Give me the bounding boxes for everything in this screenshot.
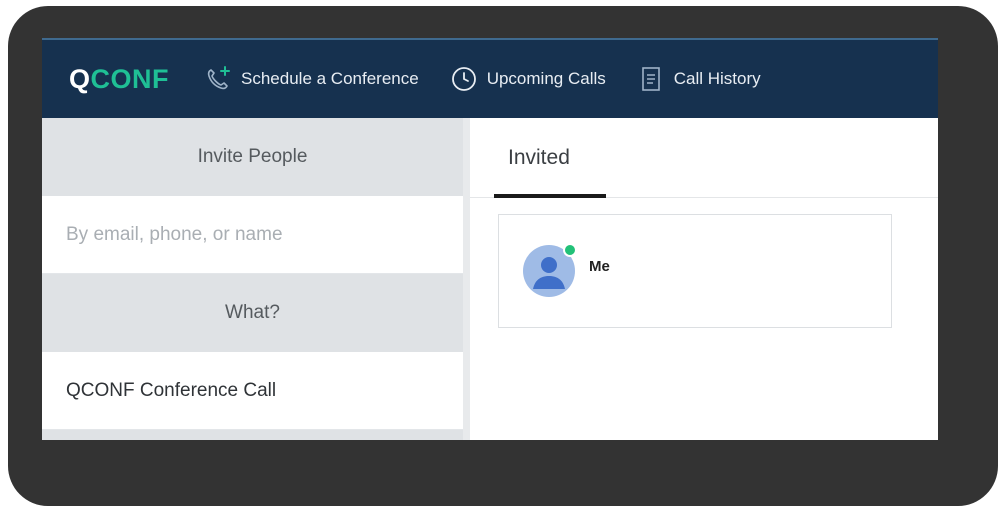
qconf-logo[interactable]: QCONF (69, 64, 169, 95)
avatar (523, 243, 577, 297)
clock-icon (449, 64, 479, 94)
nav-schedule-conference[interactable]: Schedule a Conference (203, 64, 419, 94)
nav-history-label: Call History (673, 69, 761, 88)
app-window: QCONF Schedule a Conference Upcoming Cal… (42, 38, 938, 440)
participant-name: Me (589, 257, 610, 275)
what-heading: What? (42, 274, 463, 352)
tab-bar: Invited (470, 118, 938, 198)
right-panel: Invited Me (470, 118, 938, 440)
phone-plus-icon (203, 64, 233, 94)
nav-schedule-label: Schedule a Conference (241, 69, 419, 88)
conference-title-value[interactable]: QCONF Conference Call (66, 380, 276, 402)
panel-divider (463, 118, 470, 440)
invite-input[interactable] (66, 223, 463, 246)
logo-q: Q (69, 63, 91, 94)
participant-card[interactable]: Me (498, 214, 892, 328)
document-icon (636, 64, 666, 94)
online-status-icon (563, 243, 577, 257)
left-panel: Invite People What? QCONF Conference Cal… (42, 118, 463, 440)
top-navigation-bar: QCONF Schedule a Conference Upcoming Cal… (42, 38, 938, 118)
nav-upcoming-calls[interactable]: Upcoming Calls (449, 64, 606, 94)
tab-invited-label: Invited (508, 146, 570, 169)
conference-title-field[interactable]: QCONF Conference Call (42, 352, 463, 430)
invite-people-heading: Invite People (42, 118, 463, 196)
invite-field[interactable] (42, 196, 463, 274)
nav-call-history[interactable]: Call History (636, 64, 761, 94)
active-tab-indicator (494, 194, 606, 198)
nav-upcoming-label: Upcoming Calls (486, 69, 606, 88)
tab-invited[interactable]: Invited (494, 118, 606, 198)
logo-conf: CONF (90, 63, 170, 94)
